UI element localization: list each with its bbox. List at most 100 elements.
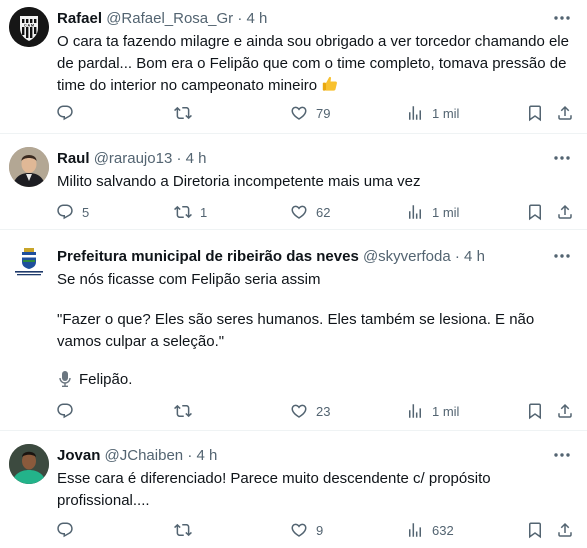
retweet-icon (174, 402, 192, 420)
like-button[interactable]: 62 (290, 202, 330, 222)
more-options-button[interactable] (551, 149, 573, 167)
share-icon (556, 104, 574, 122)
thumbs-up-emoji (321, 75, 339, 100)
share-icon (556, 521, 574, 539)
more-icon (554, 254, 570, 258)
tweet-prefeitura[interactable]: Prefeitura municipal de ribeirão das nev… (0, 230, 587, 431)
reply-button[interactable] (56, 401, 82, 421)
timeline-feed: C A M Rafael @Rafael_Rosa_Gr · 4 h O car… (0, 0, 587, 548)
tweet-text: Milito salvando a Diretoria incompetente… (57, 173, 421, 190)
share-button[interactable] (556, 401, 574, 421)
tweet-text-line1: Se nós ficasse com Felipão seria assim (57, 271, 321, 288)
like-button[interactable]: 79 (290, 103, 330, 123)
retweet-count: 1 (200, 204, 208, 220)
user-handle[interactable]: @skyverfoda (363, 248, 451, 265)
bookmark-button[interactable] (526, 520, 544, 540)
share-button[interactable] (556, 103, 574, 123)
like-icon (290, 203, 308, 221)
view-count: 1 mil (432, 204, 460, 220)
tweet-actions: 9 632 (56, 520, 576, 540)
more-icon (554, 453, 570, 457)
reply-button[interactable]: 5 (56, 202, 89, 222)
retweet-icon (174, 104, 192, 122)
tweet-raul[interactable]: Raul @raraujo13 · 4 h Milito salvando a … (0, 134, 587, 230)
like-count: 79 (316, 105, 331, 121)
bookmark-icon (526, 203, 544, 221)
more-options-button[interactable] (551, 9, 573, 27)
bookmark-button[interactable] (526, 202, 544, 222)
bookmark-button[interactable] (526, 103, 544, 123)
tweet-header: Jovan @JChaiben · 4 h (57, 447, 217, 465)
views-button[interactable]: 1 mil (406, 202, 459, 222)
more-icon (554, 156, 570, 160)
reply-count: 5 (82, 204, 90, 220)
avatar[interactable] (9, 242, 49, 282)
view-count: 1 mil (432, 403, 460, 419)
reply-icon (56, 104, 74, 122)
mic-label: Felipão. (79, 370, 133, 388)
user-handle[interactable]: @raraujo13 (94, 150, 173, 167)
tweet-actions: 23 1 mil (56, 401, 576, 421)
views-button[interactable]: 1 mil (406, 103, 459, 123)
reply-icon (56, 402, 74, 420)
bookmark-icon (526, 521, 544, 539)
views-button[interactable]: 632 (406, 520, 454, 540)
display-name[interactable]: Rafael (57, 10, 102, 27)
share-button[interactable] (556, 202, 574, 222)
avatar[interactable] (9, 444, 49, 484)
tweet-header: Rafael @Rafael_Rosa_Gr · 4 h (57, 10, 267, 28)
tweet-jovan[interactable]: Jovan @JChaiben · 4 h Esse cara é difere… (0, 431, 587, 548)
views-icon (406, 521, 424, 539)
bookmark-icon (526, 104, 544, 122)
like-count: 23 (316, 403, 331, 419)
reply-button[interactable] (56, 520, 82, 540)
tweet-actions: 5 1 62 1 mil (56, 202, 576, 222)
tweet-rafael[interactable]: C A M Rafael @Rafael_Rosa_Gr · 4 h O car… (0, 0, 587, 134)
reply-icon (56, 203, 74, 221)
share-button[interactable] (556, 520, 574, 540)
share-icon (556, 402, 574, 420)
reply-icon (56, 521, 74, 539)
tweet-quote: "Fazer o que? Eles são seres humanos. El… (57, 311, 539, 350)
retweet-button[interactable] (174, 103, 200, 123)
like-button[interactable]: 23 (290, 401, 330, 421)
reply-button[interactable] (56, 103, 82, 123)
retweet-icon (174, 203, 192, 221)
tweet-header: Prefeitura municipal de ribeirão das nev… (57, 248, 485, 266)
user-handle[interactable]: @Rafael_Rosa_Gr (106, 10, 233, 27)
more-options-button[interactable] (551, 446, 573, 464)
more-options-button[interactable] (551, 247, 573, 265)
user-handle[interactable]: @JChaiben (105, 447, 184, 464)
views-button[interactable]: 1 mil (406, 401, 459, 421)
bookmark-button[interactable] (526, 401, 544, 421)
display-name[interactable]: Raul (57, 150, 90, 167)
like-icon (290, 521, 308, 539)
retweet-button[interactable] (174, 401, 200, 421)
tweet-text: O cara ta fazendo milagre e ainda sou ob… (57, 31, 572, 100)
svg-text:C A M: C A M (24, 23, 34, 27)
avatar[interactable] (9, 147, 49, 187)
microphone-icon (59, 371, 71, 387)
bookmark-icon (526, 402, 544, 420)
microphone-line: Felipão. (57, 370, 132, 388)
view-count: 1 mil (432, 105, 460, 121)
views-icon (406, 104, 424, 122)
views-icon (406, 203, 424, 221)
display-name[interactable]: Prefeitura municipal de ribeirão das nev… (57, 248, 359, 265)
tweet-actions: 79 1 mil (56, 103, 576, 123)
timestamp[interactable]: · 4 h (455, 248, 485, 265)
like-icon (290, 402, 308, 420)
like-icon (290, 104, 308, 122)
avatar[interactable]: C A M (9, 7, 49, 47)
like-count: 9 (316, 522, 324, 538)
timestamp[interactable]: · 4 h (176, 150, 206, 167)
display-name[interactable]: Jovan (57, 447, 100, 464)
timestamp[interactable]: · 4 h (237, 10, 267, 27)
more-icon (554, 16, 570, 20)
share-icon (556, 203, 574, 221)
retweet-button[interactable] (174, 520, 200, 540)
views-icon (406, 402, 424, 420)
retweet-button[interactable]: 1 (174, 202, 207, 222)
timestamp[interactable]: · 4 h (187, 447, 217, 464)
like-button[interactable]: 9 (290, 520, 323, 540)
